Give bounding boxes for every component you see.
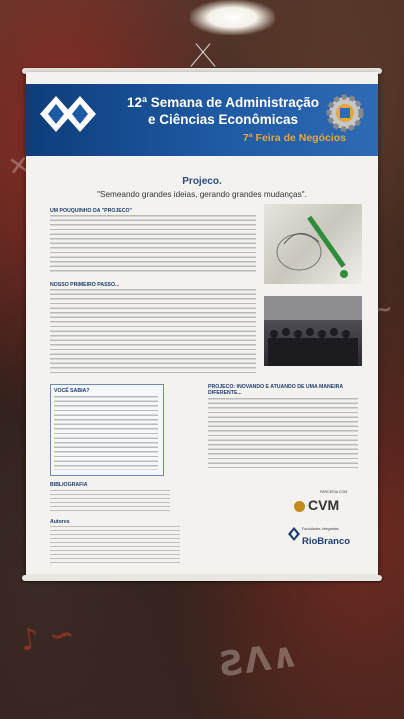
institution-logo: RioBranco — [302, 536, 351, 547]
project-slogan: "Semeando grandes ideias, gerando grande… — [97, 190, 307, 199]
about-text-block — [50, 215, 256, 275]
poster-bottom-rod — [22, 575, 382, 581]
product-sketch-photo — [264, 204, 362, 284]
gear-icon — [326, 94, 364, 132]
first-step-text-block — [50, 289, 256, 375]
cvm-logo-icon — [294, 501, 305, 512]
project-title: Projeco. — [182, 176, 222, 187]
did-you-know-heading: VOCÊ SABIA? — [54, 388, 90, 394]
group-illustration — [264, 296, 362, 366]
banner-poster: 12ª Semana de Administração e Ciências E… — [26, 72, 378, 577]
partner-logo: CVM — [308, 497, 340, 513]
did-you-know-text-block — [54, 396, 158, 470]
title-line-1: 12ª Semana de Administração — [126, 95, 320, 110]
did-you-know-box: VOCÊ SABIA? — [50, 384, 164, 476]
ceiling-light — [190, 0, 275, 35]
poster-subtitle: 7ª Feira de Negócios — [242, 132, 346, 144]
authors-text-block — [50, 526, 180, 566]
bibliography-heading: BIBLIOGRAFIA — [50, 482, 88, 488]
acting-text-block — [208, 398, 358, 468]
partner-label: PARCERIA COM — [320, 490, 348, 494]
event-logo-icon — [40, 96, 96, 132]
about-heading: UM POUQUINHO DA "PROJECO" — [50, 208, 132, 214]
institution-line: Faculdades Integradas — [302, 527, 339, 531]
authors-heading: Autores — [50, 519, 70, 525]
acting-heading: PROJECO: INOVANDO E ATUANDO DE UMA MANEI… — [208, 384, 343, 396]
poster-title: 12ª Semana de Administração e Ciências E… — [108, 94, 338, 128]
title-line-2: e Ciências Econômicas — [147, 112, 299, 127]
poster-header: 12ª Semana de Administração e Ciências E… — [26, 84, 378, 156]
first-step-heading: NOSSO PRIMEIRO PASSO... — [50, 282, 120, 288]
sketch-illustration — [276, 215, 348, 278]
bibliography-text-block — [50, 490, 170, 514]
group-photo — [264, 296, 362, 366]
riobranco-logo-icon — [288, 527, 300, 541]
